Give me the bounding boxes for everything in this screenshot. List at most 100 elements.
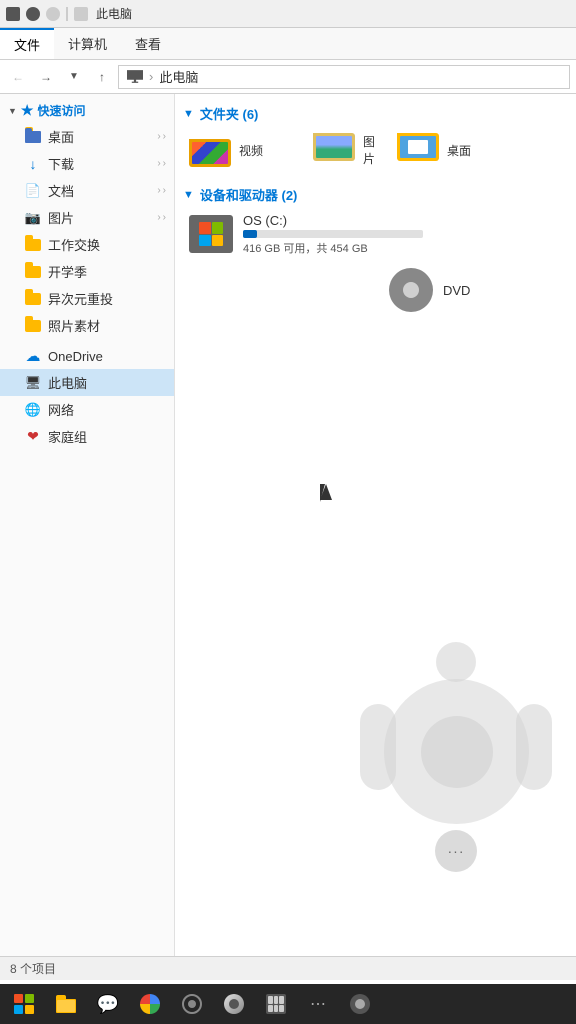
document-icon: 📄 — [24, 182, 42, 200]
devices-label: 设备和驱动器 (2) — [200, 185, 298, 204]
taskbar: 💬 ⋯ — [0, 984, 576, 1024]
star-icon: ★ — [21, 102, 34, 119]
video-folder-name: 视频 — [239, 142, 263, 159]
taskmanager-button[interactable] — [256, 986, 296, 1022]
pin-icons-doc: › › — [157, 185, 166, 196]
sidebar-item-onedrive[interactable]: ☁ OneDrive — [0, 343, 174, 369]
drive-dvd[interactable]: DVD — [183, 264, 568, 316]
onedrive-label: OneDrive — [48, 349, 103, 364]
title-text: 此电脑 — [96, 5, 132, 22]
wechat-button[interactable]: 💬 — [88, 986, 128, 1022]
start-button[interactable] — [4, 986, 44, 1022]
folder-icon-photos — [24, 317, 42, 335]
sidebar-item-work[interactable]: 工作交换 — [0, 231, 174, 258]
pin-icons: › › — [157, 131, 166, 142]
folders-section-header[interactable]: ▼ 文件夹 (6) — [183, 98, 568, 127]
invest-label: 异次元重投 — [48, 289, 113, 308]
drive-c-progress — [243, 230, 257, 238]
images-folder-icon — [313, 133, 355, 167]
drive-c-progress-bg — [243, 230, 423, 238]
sidebar-item-network[interactable]: 🌐 网络 — [0, 396, 174, 423]
title-bar-icons — [6, 7, 88, 21]
images-folder-name: 图片 — [363, 133, 381, 167]
photos-label: 照片素材 — [48, 316, 100, 335]
folders-label: 文件夹 (6) — [200, 104, 259, 123]
sidebar-item-invest[interactable]: 异次元重投 — [0, 285, 174, 312]
title-bar: 此电脑 — [0, 0, 576, 28]
sidebar-item-homegroup[interactable]: ❤ 家庭组 — [0, 423, 174, 450]
folder-blue-icon — [24, 128, 42, 146]
homegroup-label: 家庭组 — [48, 427, 87, 446]
tab-file[interactable]: 文件 — [0, 28, 54, 59]
address-path[interactable]: › 此电脑 — [118, 65, 570, 89]
devices-collapse-icon: ▼ — [183, 189, 194, 201]
work-label: 工作交换 — [48, 235, 100, 254]
dvd-icon-container — [389, 268, 433, 312]
desktop-label: 桌面 — [48, 127, 74, 146]
recent-button[interactable]: ▼ — [62, 65, 86, 89]
folder-icon-school — [24, 263, 42, 281]
browser1-button[interactable] — [130, 986, 170, 1022]
sidebar-item-photos[interactable]: 照片素材 — [0, 312, 174, 339]
thispc-label: 此电脑 — [48, 373, 87, 392]
hdd-icon — [189, 212, 233, 256]
dvd-label: DVD — [443, 283, 470, 298]
sidebar-item-thispc[interactable]: 🖥 此电脑 — [0, 369, 174, 396]
forward-button[interactable]: → — [34, 65, 58, 89]
pin-icons-pic: › › — [157, 212, 166, 223]
folder-item-video[interactable]: 视频 — [183, 129, 303, 171]
desktop-folder-icon — [397, 133, 439, 167]
back-button[interactable]: ← — [6, 65, 30, 89]
sidebar-item-downloads[interactable]: ↓ 下载 › › — [0, 150, 174, 177]
network-label: 网络 — [48, 400, 74, 419]
drive-c-space: 416 GB 可用，共 454 GB — [243, 240, 562, 256]
chevron-down-icon: ▼ — [8, 106, 17, 116]
documents-label: 文档 — [48, 181, 74, 200]
drive-c-info: OS (C:) 416 GB 可用，共 454 GB — [243, 213, 562, 256]
homegroup-icon: ❤ — [24, 428, 42, 446]
video-folder-icon — [189, 133, 231, 167]
save-icon — [6, 7, 20, 21]
folder-icon-work — [24, 236, 42, 254]
sidebar: ▼ ★ 快速访问 桌面 › › ↓ 下载 › › 📄 — [0, 94, 175, 956]
devices-section-header[interactable]: ▼ 设备和驱动器 (2) — [183, 179, 568, 208]
pin-icons-dl: › › — [157, 158, 166, 169]
sidebar-item-pictures[interactable]: 📷 图片 › › — [0, 204, 174, 231]
more-button[interactable]: ⋯ — [298, 986, 338, 1022]
drive-c-name: OS (C:) — [243, 213, 562, 228]
desktop-folder-name: 桌面 — [447, 142, 471, 159]
sidebar-quick-access[interactable]: ▼ ★ 快速访问 — [0, 98, 174, 123]
sidebar-item-desktop[interactable]: 桌面 › › — [0, 123, 174, 150]
vpn-button[interactable] — [214, 986, 254, 1022]
ribbon: 文件 计算机 查看 — [0, 28, 576, 60]
sidebar-item-school[interactable]: 开学季 — [0, 258, 174, 285]
undo-icon — [26, 7, 40, 21]
thispc-icon: 🖥 — [24, 374, 42, 392]
drive-c[interactable]: OS (C:) 416 GB 可用，共 454 GB — [183, 208, 568, 260]
network-icon: 🌐 — [24, 401, 42, 419]
computer-icon — [127, 69, 143, 85]
divider — [66, 7, 68, 21]
path-separator: › — [149, 69, 153, 84]
pictures-label: 图片 — [48, 208, 74, 227]
redo-icon — [46, 7, 60, 21]
onedrive-icon: ☁ — [24, 347, 42, 365]
content-area: ▼ 文件夹 (6) 视频 — [175, 94, 576, 956]
folder-item-images[interactable]: 图片 — [307, 129, 387, 171]
status-bar: 8 个项目 — [0, 956, 576, 980]
pictures-icon: 📷 — [24, 209, 42, 227]
up-button[interactable]: ↑ — [90, 65, 114, 89]
school-label: 开学季 — [48, 262, 87, 281]
downloads-label: 下载 — [48, 154, 74, 173]
download-icon: ↓ — [24, 155, 42, 173]
path-current: 此电脑 — [159, 67, 198, 86]
sidebar-item-documents[interactable]: 📄 文档 › › — [0, 177, 174, 204]
file-explorer-button[interactable] — [46, 986, 86, 1022]
tab-view[interactable]: 查看 — [121, 28, 175, 59]
main-area: ▼ ★ 快速访问 桌面 › › ↓ 下载 › › 📄 — [0, 94, 576, 956]
tab-computer[interactable]: 计算机 — [54, 28, 121, 59]
folder-item-desktop[interactable]: 桌面 — [391, 129, 511, 171]
system-button[interactable] — [340, 986, 380, 1022]
properties-icon — [74, 7, 88, 21]
browser2-button[interactable] — [172, 986, 212, 1022]
